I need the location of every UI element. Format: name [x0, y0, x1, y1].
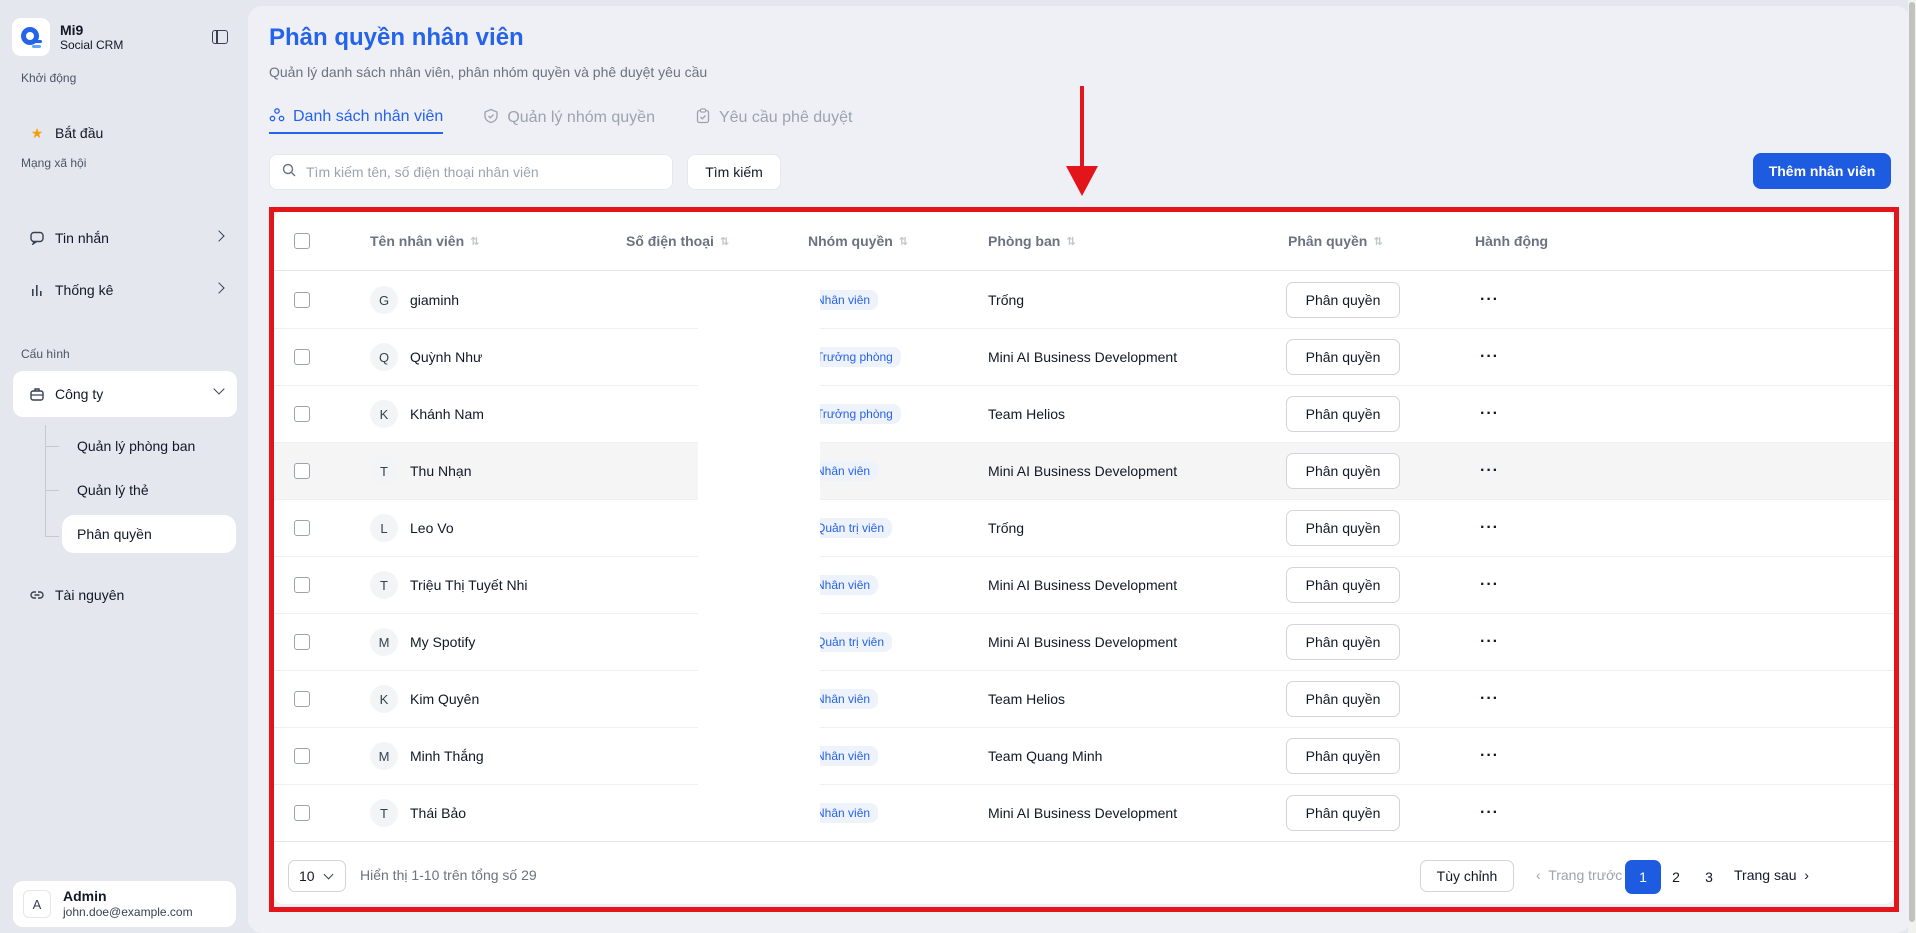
brand-logo-icon	[12, 18, 50, 56]
sidebar-item-label: Thống kê	[55, 282, 114, 298]
clipboard-check-icon	[695, 107, 711, 129]
chevron-down-icon	[213, 383, 225, 395]
page-title: Phân quyền nhân viên	[269, 24, 524, 51]
search-button[interactable]: Tìm kiếm	[687, 154, 781, 190]
user-card[interactable]: A Admin john.doe@example.com	[13, 881, 236, 927]
annotation-arrow-head-icon	[1066, 166, 1098, 196]
sidebar-item-label: Công ty	[55, 386, 104, 402]
page-subtitle: Quản lý danh sách nhân viên, phân nhóm q…	[269, 64, 708, 80]
tab-label: Danh sách nhân viên	[293, 108, 444, 125]
tree-branch	[45, 536, 59, 537]
section-label-start: Khởi động	[21, 71, 77, 85]
sidebar-item-messages[interactable]: Tin nhắn	[13, 215, 237, 261]
tab-employee-list[interactable]: Danh sách nhân viên	[269, 102, 444, 134]
sidebar: Mi9 Social CRM Khởi động ★ Bắt đầu Mạng …	[0, 0, 248, 933]
tree-branch	[45, 490, 59, 491]
tab-permission-groups[interactable]: Quản lý nhóm quyền	[483, 102, 655, 134]
user-email: john.doe@example.com	[63, 905, 193, 919]
tab-label: Yêu cầu phê duyệt	[718, 109, 853, 126]
brand[interactable]: Mi9 Social CRM	[12, 18, 123, 56]
link-icon	[29, 587, 45, 603]
tree-branch	[45, 446, 59, 447]
bar-chart-icon	[29, 282, 45, 298]
brand-subtitle: Social CRM	[60, 37, 124, 52]
tree-line	[45, 425, 46, 537]
tab-bar: Danh sách nhân viên Quản lý nhóm quyền Y…	[269, 102, 852, 136]
section-label-social: Mạng xã hội	[21, 156, 87, 170]
star-icon: ★	[30, 124, 44, 141]
sidebar-subitem-tags[interactable]: Quản lý thẻ	[62, 471, 236, 509]
sidebar-item-company[interactable]: Công ty	[13, 371, 237, 417]
shield-check-icon	[483, 108, 499, 129]
add-employee-button[interactable]: Thêm nhân viên	[1753, 153, 1891, 189]
tab-approval-requests[interactable]: Yêu cầu phê duyệt	[695, 102, 852, 134]
sidebar-item-label: Bắt đầu	[55, 125, 104, 141]
sidebar-item-start[interactable]: ★ Bắt đầu	[13, 110, 237, 156]
sidebar-collapse-icon[interactable]	[212, 30, 228, 44]
search-box	[269, 154, 673, 190]
user-name: Admin	[63, 888, 107, 904]
briefcase-icon	[29, 386, 45, 402]
search-input[interactable]	[306, 164, 646, 180]
sidebar-subitem-departments[interactable]: Quản lý phòng ban	[62, 427, 236, 465]
section-label-config: Cấu hình	[21, 347, 70, 361]
sidebar-item-stats[interactable]: Thống kê	[13, 267, 237, 313]
sidebar-item-label: Tin nhắn	[55, 230, 109, 246]
highlight-frame	[269, 207, 1899, 912]
chevron-right-icon	[213, 230, 225, 242]
scrollbar-thumb[interactable]	[1909, 2, 1915, 922]
search-icon	[282, 163, 296, 182]
chat-icon	[29, 230, 45, 246]
sidebar-item-label: Tài nguyên	[55, 587, 125, 603]
sidebar-subitem-permissions[interactable]: Phân quyền	[62, 515, 236, 553]
sidebar-item-resources[interactable]: Tài nguyên	[13, 572, 237, 618]
tab-label: Quản lý nhóm quyền	[507, 109, 655, 126]
brand-name: Mi9	[60, 21, 84, 38]
chevron-right-icon	[213, 282, 225, 294]
annotation-arrow-shaft	[1080, 86, 1084, 170]
users-network-icon	[269, 107, 285, 128]
avatar: A	[23, 890, 51, 918]
